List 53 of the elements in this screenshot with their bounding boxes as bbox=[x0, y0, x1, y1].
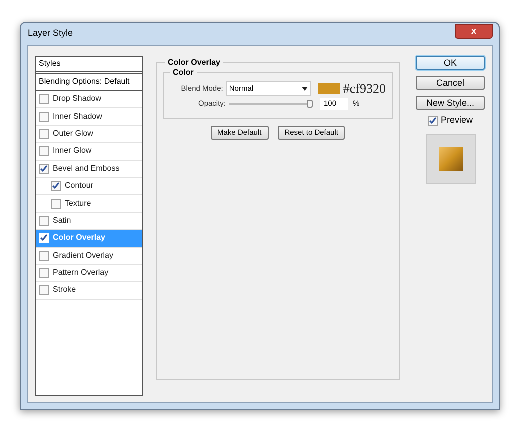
checkbox[interactable] bbox=[39, 128, 49, 139]
color-hex-note: #cf9320 bbox=[343, 82, 386, 95]
item-label: Inner Shadow bbox=[53, 110, 102, 123]
blending-options-item[interactable]: Blending Options: Default bbox=[36, 74, 142, 91]
style-list-item[interactable]: Outer Glow bbox=[36, 126, 142, 144]
check-icon bbox=[40, 234, 48, 242]
opacity-slider[interactable] bbox=[229, 100, 313, 108]
item-label: Stroke bbox=[53, 284, 76, 296]
item-label: Texture bbox=[65, 198, 92, 210]
item-label: Outer Glow bbox=[53, 128, 94, 140]
checkbox[interactable] bbox=[39, 94, 49, 104]
color-swatch[interactable] bbox=[318, 83, 340, 94]
item-label: Inner Glow bbox=[53, 145, 92, 158]
check-icon bbox=[40, 164, 48, 173]
style-list-item[interactable]: Gradient Overlay bbox=[36, 248, 142, 265]
style-list-item[interactable]: Bevel and Emboss bbox=[36, 160, 142, 178]
slider-thumb[interactable] bbox=[307, 100, 313, 108]
item-label: Drop Shadow bbox=[53, 93, 102, 106]
style-list-item[interactable]: Texture bbox=[36, 195, 142, 213]
checkbox[interactable] bbox=[428, 116, 438, 126]
checkbox[interactable] bbox=[39, 268, 49, 278]
item-label: Contour bbox=[65, 180, 94, 192]
checkbox[interactable] bbox=[39, 250, 49, 261]
check-icon bbox=[52, 182, 60, 190]
checkbox[interactable] bbox=[39, 146, 49, 156]
style-list-item[interactable]: Pattern Overlay bbox=[36, 264, 142, 282]
checkbox[interactable] bbox=[39, 164, 49, 174]
caret-icon bbox=[302, 86, 308, 90]
style-list-item[interactable]: Contour bbox=[36, 178, 142, 196]
checkbox[interactable] bbox=[51, 198, 61, 209]
item-label: Color Overlay bbox=[53, 232, 106, 244]
checkbox[interactable] bbox=[39, 285, 49, 296]
style-list-item[interactable]: Inner Shadow bbox=[36, 108, 142, 126]
checkbox[interactable] bbox=[39, 112, 49, 122]
checkbox[interactable] bbox=[39, 216, 49, 226]
window-title: Layer Style bbox=[27, 27, 74, 40]
item-label: Satin bbox=[53, 214, 72, 227]
new-style-button[interactable]: New Style... bbox=[416, 96, 485, 110]
style-list-item[interactable]: Inner Glow bbox=[36, 143, 142, 161]
checkbox[interactable] bbox=[51, 181, 61, 192]
group-title: Color Overlay bbox=[165, 57, 224, 69]
list-header: Styles bbox=[36, 57, 142, 74]
preview-swatch bbox=[438, 146, 462, 170]
close-button[interactable]: x bbox=[455, 24, 493, 38]
preview-label: Preview bbox=[440, 114, 473, 127]
cancel-button[interactable]: Cancel bbox=[416, 76, 485, 90]
check-icon bbox=[428, 116, 437, 125]
item-label: Bevel and Emboss bbox=[53, 162, 120, 175]
style-list-item[interactable]: Stroke bbox=[36, 282, 142, 300]
style-list-item[interactable]: Drop Shadow bbox=[36, 91, 142, 108]
item-label: Pattern Overlay bbox=[53, 267, 109, 280]
item-label: Gradient Overlay bbox=[53, 250, 114, 262]
ok-button[interactable]: OK bbox=[416, 56, 485, 70]
